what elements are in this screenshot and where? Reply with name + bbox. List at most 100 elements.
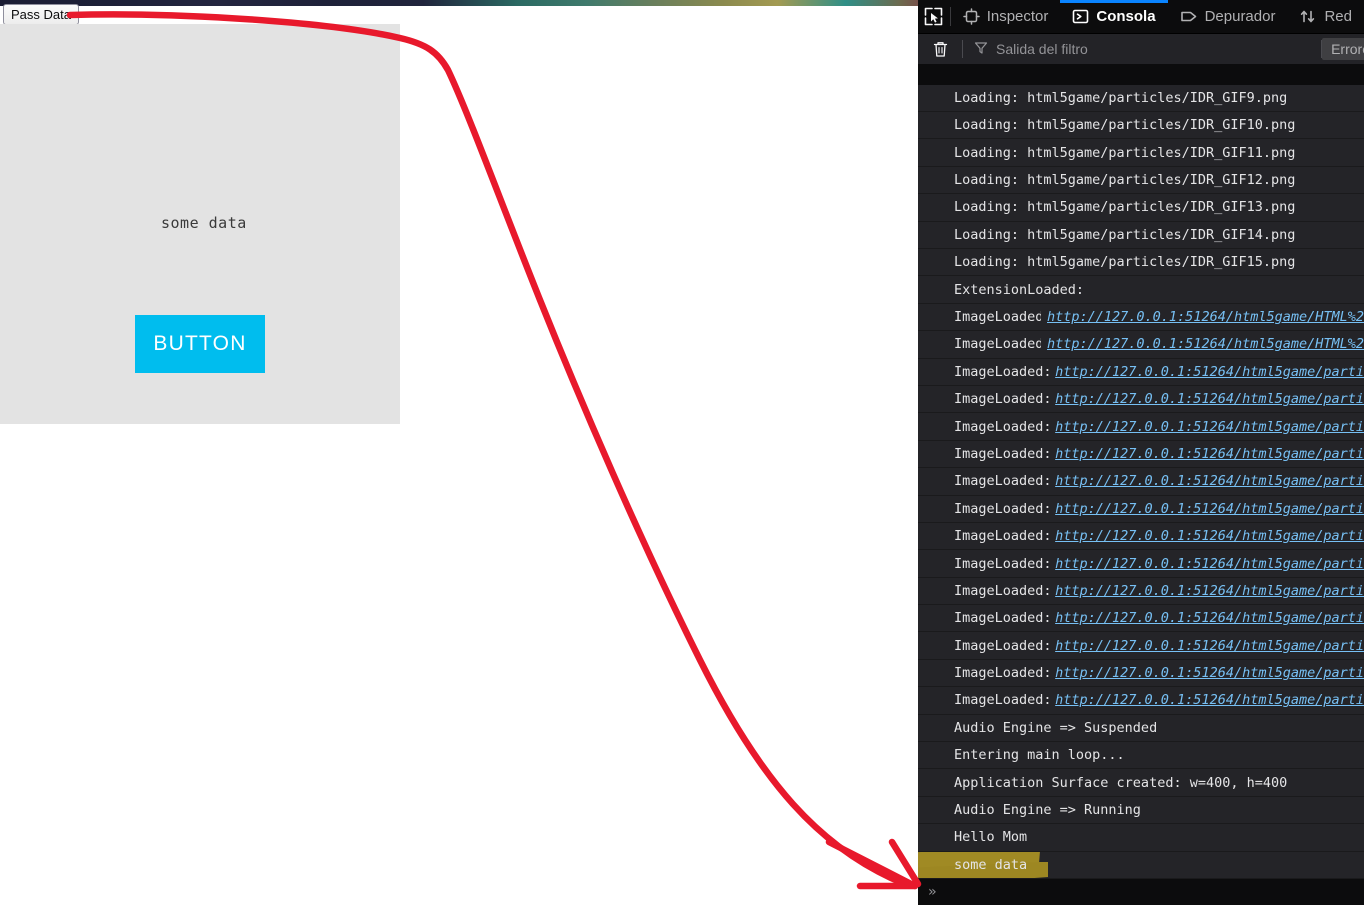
- console-log-link[interactable]: http://127.0.0.1:51264/html5game/parti: [1055, 638, 1364, 654]
- tab-red-label: Red: [1324, 8, 1352, 25]
- console-log-text: Loading: html5game/particles/IDR_GIF12.p…: [954, 172, 1296, 189]
- console-log-link[interactable]: http://127.0.0.1:51264/html5game/parti: [1055, 583, 1364, 599]
- tab-red[interactable]: Red: [1287, 0, 1364, 33]
- console-input-prompt[interactable]: »: [918, 879, 1364, 905]
- element-picker-icon: [925, 7, 943, 26]
- console-log-row[interactable]: ExtensionLoaded:: [918, 276, 1364, 304]
- console-log-text: ImageLoaded:: [954, 555, 1050, 572]
- network-icon: [1299, 8, 1317, 25]
- console-log-row[interactable]: ImageLoaded: http://127.0.0.1:51264/html5…: [918, 331, 1364, 359]
- console-log-row-highlighted[interactable]: some data: [918, 851, 1364, 879]
- console-log-link[interactable]: http://127.0.0.1:51264/html5game/parti: [1055, 501, 1364, 517]
- console-log-text: Loading: html5game/particles/IDR_GIF15.p…: [954, 254, 1296, 271]
- console-log-link[interactable]: http://127.0.0.1:51264/html5game/HTML%2: [1047, 309, 1364, 325]
- tab-consola-label: Consola: [1096, 8, 1156, 25]
- inspector-icon: [962, 8, 980, 25]
- tab-depurador[interactable]: Depurador: [1168, 0, 1288, 33]
- debugger-icon: [1180, 8, 1198, 25]
- console-log-row[interactable]: ImageLoaded: http://127.0.0.1:51264/html5…: [918, 440, 1364, 469]
- filter-icon: [974, 41, 988, 58]
- console-log-row[interactable]: ImageLoaded: http://127.0.0.1:51264/html5…: [918, 495, 1364, 523]
- console-log-link[interactable]: http://127.0.0.1:51264/html5game/parti: [1055, 473, 1364, 489]
- console-log-text: ImageLoaded:: [954, 665, 1050, 682]
- console-log-row[interactable]: Hello Mom: [918, 824, 1364, 852]
- console-log-text: ImageLoaded:: [954, 528, 1050, 545]
- console-log-text: Loading: html5game/particles/IDR_GIF14.p…: [954, 226, 1296, 243]
- console-log-link[interactable]: http://127.0.0.1:51264/html5game/parti: [1055, 556, 1364, 572]
- console-log-link[interactable]: http://127.0.0.1:51264/html5game/HTML%2: [1047, 336, 1364, 352]
- console-log-row[interactable]: ImageLoaded: http://127.0.0.1:51264/html5…: [918, 385, 1364, 414]
- console-log-row[interactable]: ImageLoaded: http://127.0.0.1:51264/html5…: [918, 413, 1364, 441]
- console-log-row[interactable]: Loading: html5game/particles/IDR_GIF9.pn…: [918, 84, 1364, 113]
- console-log-text: ImageLoaded:: [954, 418, 1050, 435]
- console-log-row[interactable]: ImageLoaded: http://127.0.0.1:51264/html5…: [918, 522, 1364, 551]
- canvas-button[interactable]: BUTTON: [135, 315, 265, 373]
- console-log-text: Loading: html5game/particles/IDR_GIF9.pn…: [954, 89, 1288, 106]
- console-log-text: ExtensionLoaded:: [954, 281, 1085, 298]
- console-log-row[interactable]: Loading: html5game/particles/IDR_GIF10.p…: [918, 112, 1364, 140]
- console-log-text: ImageLoaded:: [954, 391, 1050, 408]
- clear-console-button[interactable]: [918, 40, 962, 58]
- game-canvas[interactable]: some data BUTTON: [0, 24, 400, 424]
- console-log-text: ImageLoaded:: [954, 336, 1041, 353]
- trash-icon: [933, 42, 947, 57]
- console-log-row[interactable]: Loading: html5game/particles/IDR_GIF15.p…: [918, 249, 1364, 277]
- console-log-link[interactable]: http://127.0.0.1:51264/html5game/parti: [1055, 692, 1364, 708]
- console-log-link[interactable]: http://127.0.0.1:51264/html5game/parti: [1055, 446, 1364, 462]
- console-log-row[interactable]: Loading: html5game/particles/IDR_GIF12.p…: [918, 166, 1364, 195]
- pass-data-button[interactable]: Pass Data: [3, 4, 79, 25]
- console-log-row[interactable]: Application Surface created: w=400, h=40…: [918, 769, 1364, 797]
- console-log-text: Audio Engine => Suspended: [954, 719, 1158, 736]
- console-log-row[interactable]: ImageLoaded: http://127.0.0.1:51264/html5…: [918, 550, 1364, 578]
- console-log-text: ImageLoaded:: [954, 308, 1041, 325]
- console-log-row[interactable]: Entering main loop...: [918, 742, 1364, 770]
- console-filter-toolbar: Salida del filtro Errores: [918, 34, 1364, 65]
- console-output[interactable]: Loading: html5game/particles/IDR_GIF9.pn…: [918, 65, 1364, 879]
- console-log-text: ImageLoaded:: [954, 582, 1050, 599]
- console-log-row[interactable]: Audio Engine => Running: [918, 796, 1364, 825]
- console-log-text: ImageLoaded:: [954, 500, 1050, 517]
- devtools-panel: Inspector Consola Depurador Red Salida d…: [918, 0, 1364, 905]
- console-log-link[interactable]: http://127.0.0.1:51264/html5game/parti: [1055, 419, 1364, 435]
- console-log-text: Loading: html5game/particles/IDR_GIF11.p…: [954, 144, 1296, 161]
- console-log-text: ImageLoaded:: [954, 637, 1050, 654]
- tab-depurador-label: Depurador: [1204, 8, 1276, 25]
- console-log-text: Application Surface created: w=400, h=40…: [954, 774, 1288, 791]
- console-log-row[interactable]: ImageLoaded: http://127.0.0.1:51264/html5…: [918, 358, 1364, 386]
- console-icon: [1072, 8, 1089, 25]
- console-log-link[interactable]: http://127.0.0.1:51264/html5game/parti: [1055, 528, 1364, 544]
- console-log-text: ImageLoaded:: [954, 363, 1050, 380]
- console-filter-input[interactable]: Salida del filtro: [963, 41, 1321, 58]
- console-log-row[interactable]: ImageLoaded: http://127.0.0.1:51264/html5…: [918, 468, 1364, 496]
- console-log-link[interactable]: http://127.0.0.1:51264/html5game/parti: [1055, 610, 1364, 626]
- console-log-row[interactable]: ImageLoaded: http://127.0.0.1:51264/html5…: [918, 659, 1364, 688]
- console-log-row[interactable]: ImageLoaded: http://127.0.0.1:51264/html5…: [918, 577, 1364, 606]
- console-log-list: Loading: html5game/particles/IDR_GIF9.pn…: [918, 84, 1364, 879]
- tab-consola[interactable]: Consola: [1060, 0, 1168, 33]
- prompt-chevron-icon: »: [928, 884, 937, 900]
- console-log-text: Entering main loop...: [954, 747, 1125, 764]
- canvas-some-data-text: some data: [161, 214, 247, 232]
- console-log-text: some data: [954, 856, 1028, 873]
- element-picker-button[interactable]: [918, 0, 950, 33]
- console-log-link[interactable]: http://127.0.0.1:51264/html5game/parti: [1055, 665, 1364, 681]
- console-log-row[interactable]: Loading: html5game/particles/IDR_GIF11.p…: [918, 139, 1364, 167]
- console-filter-placeholder: Salida del filtro: [996, 41, 1088, 57]
- console-log-row[interactable]: Audio Engine => Suspended: [918, 714, 1364, 743]
- tab-inspector[interactable]: Inspector: [951, 0, 1061, 33]
- console-log-link[interactable]: http://127.0.0.1:51264/html5game/parti: [1055, 391, 1364, 407]
- filter-errors-button[interactable]: Errores: [1322, 38, 1364, 60]
- console-log-row[interactable]: ImageLoaded: http://127.0.0.1:51264/html5…: [918, 605, 1364, 633]
- console-log-text: Hello Mom: [954, 829, 1028, 846]
- screen-root: Pass Data some data BUTTON Inspector Con…: [0, 0, 1364, 905]
- console-log-row[interactable]: ImageLoaded: http://127.0.0.1:51264/html5…: [918, 632, 1364, 660]
- console-log-text: Loading: html5game/particles/IDR_GIF10.p…: [954, 117, 1296, 134]
- console-log-row[interactable]: Loading: html5game/particles/IDR_GIF13.p…: [918, 194, 1364, 222]
- console-log-row[interactable]: Loading: html5game/particles/IDR_GIF14.p…: [918, 221, 1364, 250]
- console-log-link[interactable]: http://127.0.0.1:51264/html5game/parti: [1055, 364, 1364, 380]
- console-log-row[interactable]: ImageLoaded: http://127.0.0.1:51264/html5…: [918, 303, 1364, 332]
- console-log-row[interactable]: ImageLoaded: http://127.0.0.1:51264/html5…: [918, 687, 1364, 715]
- console-log-text: ImageLoaded:: [954, 692, 1050, 709]
- devtools-tab-toolbar: Inspector Consola Depurador Red: [918, 0, 1364, 34]
- tab-inspector-label: Inspector: [986, 8, 1049, 25]
